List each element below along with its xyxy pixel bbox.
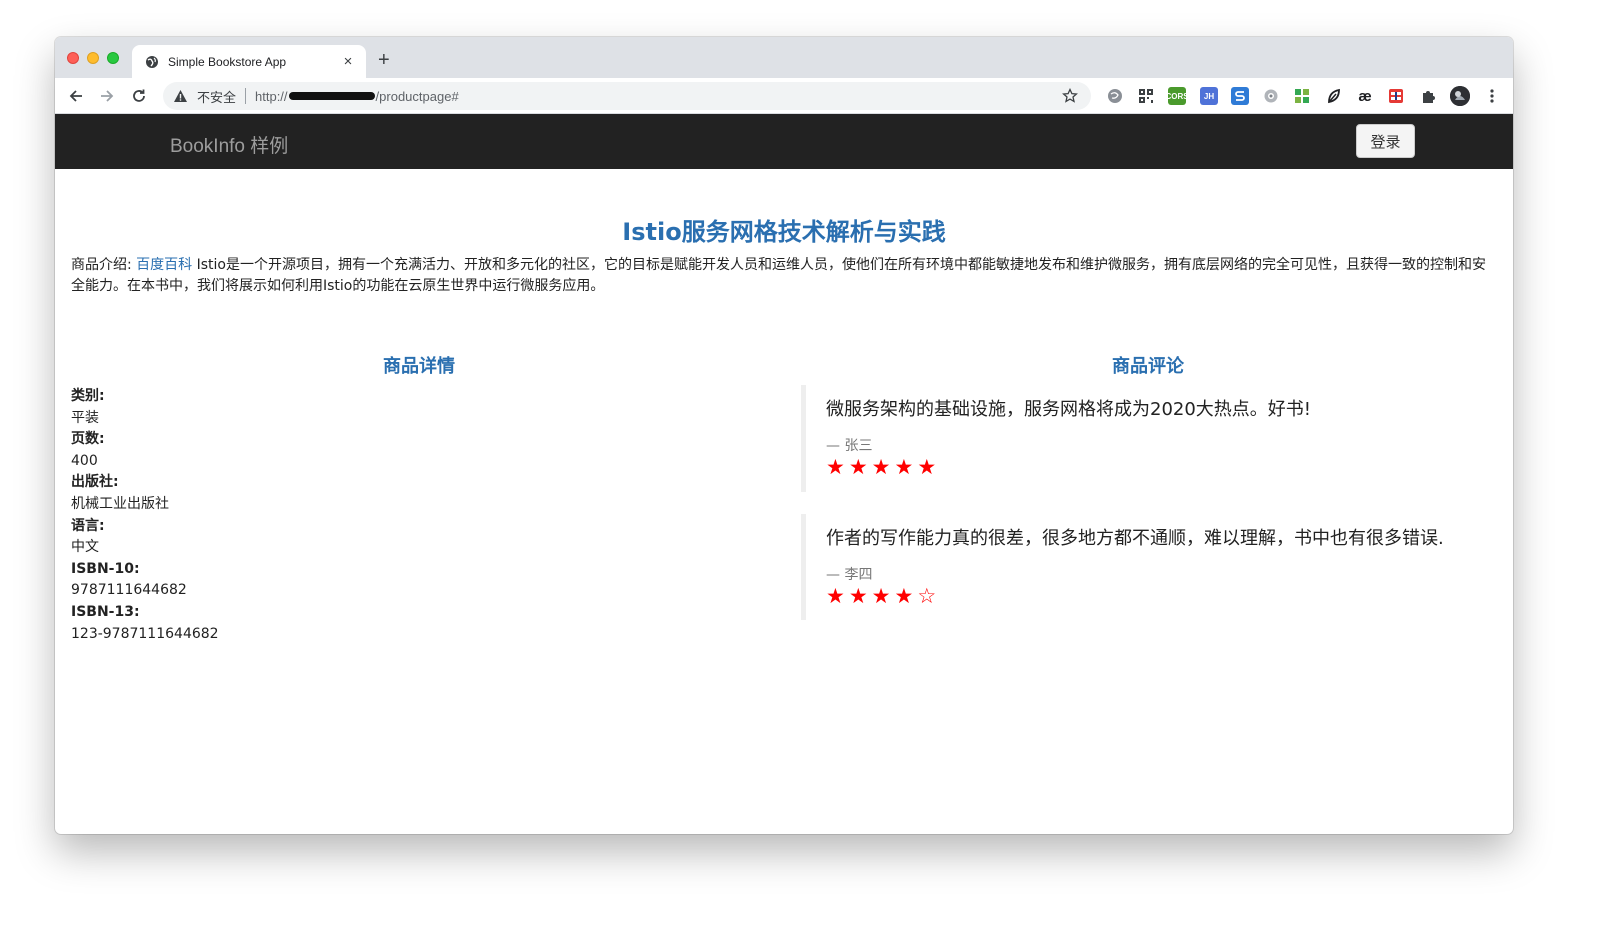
star-filled-icon: ★: [871, 584, 891, 608]
review-item: 作者的写作能力真的很差，很多地方都不通顺，难以理解，书中也有很多错误. — 李四…: [801, 514, 1491, 620]
url-path: /productpage#: [375, 88, 459, 104]
summary-label: 商品介绍:: [71, 257, 137, 273]
detail-label: 类别:: [71, 388, 105, 404]
puzzle-extensions-icon[interactable]: [1419, 87, 1437, 105]
detail-label: 语言:: [71, 517, 105, 534]
translate-extension-icon[interactable]: [1262, 87, 1280, 105]
login-button[interactable]: 登录: [1356, 124, 1415, 158]
screenshot-extension-icon[interactable]: [1231, 87, 1249, 105]
detail-value: 400: [71, 452, 98, 469]
star-filled-icon: ★: [826, 584, 845, 608]
forward-arrow-icon[interactable]: [96, 85, 118, 107]
product-title: Istio服务网格技术解析与实践: [622, 218, 946, 246]
review-item: 微服务架构的基础设施，服务网格将成为2020大热点。好书! — 张三 ★ ★ ★ ★ ★: [801, 385, 1491, 492]
star-filled-icon: ★: [894, 455, 914, 479]
review-rating: ★ ★ ★ ★ ★: [826, 456, 1491, 478]
browser-toolbar: 不安全 http:// /productpage# CORS JH æ: [55, 78, 1513, 114]
window-close-button[interactable]: [67, 52, 79, 64]
star-filled-icon: ★: [917, 455, 937, 479]
detail-value: 机械工业出版社: [71, 495, 169, 512]
detail-value: 中文: [71, 539, 99, 556]
detail-label: ISBN-13:: [71, 603, 140, 620]
reload-icon[interactable]: [128, 85, 150, 107]
detail-value: 平装: [71, 409, 99, 426]
detail-value: 123-9787111644682: [71, 625, 219, 642]
browser-window: Simple Bookstore App × + 不安全 http:// /pr…: [55, 37, 1513, 834]
fe-extension-icon[interactable]: [1387, 87, 1405, 105]
review-text: 微服务架构的基础设施，服务网格将成为2020大热点。好书!: [826, 399, 1312, 420]
reviews-heading: 商品评论: [1112, 356, 1184, 377]
star-filled-icon: ★: [848, 584, 868, 608]
tab-close-icon[interactable]: ×: [340, 53, 356, 70]
qrcode-extension-icon[interactable]: [1137, 87, 1155, 105]
ae-extension-icon[interactable]: æ: [1356, 87, 1374, 105]
product-details-list: 类别: 平装 页数: 400 出版社: 机械工业出版社 语言: 中文 ISBN-…: [71, 386, 219, 645]
browser-tab[interactable]: Simple Bookstore App ×: [132, 45, 366, 78]
star-filled-icon: ★: [826, 455, 845, 479]
url-prefix: http://: [255, 88, 288, 104]
tab-strip: Simple Bookstore App × +: [55, 37, 1513, 78]
star-empty-icon: ☆: [917, 584, 937, 608]
vpn-globe-extension-icon[interactable]: [1106, 87, 1124, 105]
summary-text: Istio是一个开源项目，拥有一个充满活力、开放和多元化的社区，它的目标是赋能开…: [71, 257, 1486, 294]
back-arrow-icon[interactable]: [65, 85, 87, 107]
star-filled-icon: ★: [848, 455, 868, 479]
baike-link[interactable]: 百度百科: [136, 257, 192, 273]
product-summary: 商品介绍: 百度百科 Istio是一个开源项目，拥有一个充满活力、开放和多元化的…: [71, 255, 1497, 297]
star-filled-icon: ★: [871, 455, 891, 479]
profile-avatar[interactable]: [1450, 86, 1470, 106]
details-heading: 商品详情: [383, 356, 455, 377]
leaf-extension-icon[interactable]: [1325, 87, 1343, 105]
new-tab-button[interactable]: +: [378, 50, 390, 70]
bookmark-star-icon[interactable]: [1061, 87, 1079, 105]
detail-value: 9787111644682: [71, 582, 187, 599]
app-navbar: BookInfo 样例 登录: [55, 114, 1513, 169]
globe-icon: [144, 54, 160, 70]
address-separator: [245, 88, 247, 104]
review-author: — 张三: [826, 438, 873, 454]
review-text: 作者的写作能力真的很差，很多地方都不通顺，难以理解，书中也有很多错误.: [826, 528, 1444, 549]
star-filled-icon: ★: [894, 584, 914, 608]
cors-extension-icon[interactable]: CORS: [1165, 87, 1189, 105]
warning-icon[interactable]: [173, 88, 189, 104]
detail-label: 出版社:: [71, 474, 119, 491]
grid-extension-icon[interactable]: [1293, 87, 1311, 105]
window-maximize-button[interactable]: [107, 52, 119, 64]
review-author: — 李四: [826, 567, 873, 583]
jsonhandle-extension-icon[interactable]: JH: [1200, 87, 1218, 105]
detail-label: ISBN-10:: [71, 560, 140, 577]
tab-title: Simple Bookstore App: [168, 54, 287, 69]
detail-label: 页数:: [71, 431, 105, 448]
url-text[interactable]: http:// /productpage#: [255, 89, 459, 104]
address-bar[interactable]: 不安全 http:// /productpage#: [163, 82, 1091, 110]
window-minimize-button[interactable]: [87, 52, 99, 64]
app-brand[interactable]: BookInfo 样例: [170, 131, 288, 158]
more-menu-icon[interactable]: [1483, 87, 1501, 105]
security-label[interactable]: 不安全: [197, 87, 236, 106]
redacted-host: [288, 92, 375, 100]
review-rating: ★ ★ ★ ★ ☆: [826, 585, 1491, 607]
